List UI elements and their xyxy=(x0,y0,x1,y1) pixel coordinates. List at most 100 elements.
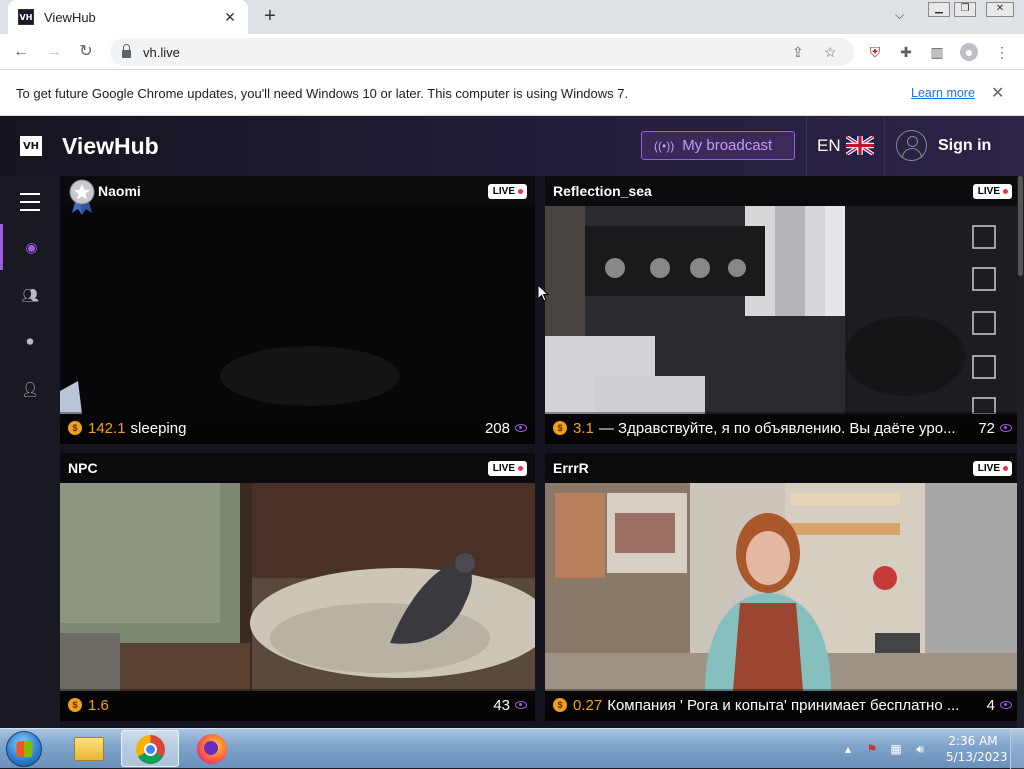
coin-value: 0.27 xyxy=(573,696,603,714)
extensions-puzzle-icon[interactable]: ✚ xyxy=(897,43,915,61)
tab-search-chevron-icon[interactable]: ⌵ xyxy=(895,8,904,23)
live-dot-icon xyxy=(518,466,523,471)
profile-avatar-icon[interactable]: ● xyxy=(960,43,978,61)
broadcast-label: My broadcast xyxy=(682,137,773,154)
stream-thumbnail[interactable] xyxy=(545,206,1020,414)
chrome-menu-icon[interactable]: ⋮ xyxy=(993,43,1011,61)
taskbar-explorer-button[interactable] xyxy=(60,730,118,767)
bookmark-star-icon[interactable]: ☆ xyxy=(824,44,837,61)
viewer-count: 43 xyxy=(493,696,510,714)
viewer-count: 72 xyxy=(978,419,995,437)
streamer-name[interactable]: Reflection_sea xyxy=(553,183,652,199)
header-divider xyxy=(806,116,807,176)
learn-more-link[interactable]: Learn more xyxy=(911,86,975,100)
eye-icon xyxy=(515,424,527,432)
page-scrollbar[interactable] xyxy=(1017,176,1024,728)
viewhub-favicon-icon: VH xyxy=(18,9,34,25)
left-sidebar: ◉ 👥︎ ⏺ 👤︎ xyxy=(0,176,60,728)
user-settings-icon[interactable]: 👤︎ xyxy=(0,366,60,412)
share-icon[interactable]: ⇪ xyxy=(792,44,804,61)
stream-status: — Здравствуйте, я по объявлению. Вы даёт… xyxy=(598,419,956,437)
firefox-icon xyxy=(197,734,227,764)
system-tray: ▴ ⚑ ▦ 🔊︎ xyxy=(840,729,936,769)
eye-icon xyxy=(515,701,527,709)
viewhub-logo-icon[interactable]: VH xyxy=(20,136,42,156)
forward-arrow-icon[interactable]: → xyxy=(43,41,65,63)
new-tab-button[interactable]: + xyxy=(258,5,282,29)
side-panel-icon[interactable]: ▥ xyxy=(928,43,946,61)
live-badge: LIVE xyxy=(487,184,527,199)
folder-icon xyxy=(74,737,104,761)
clock-time: 2:36 AM xyxy=(948,734,998,748)
stream-status: sleeping xyxy=(130,419,187,437)
site-logo-text[interactable]: ViewHub xyxy=(62,133,159,160)
user-account-icon[interactable] xyxy=(896,130,927,161)
url-text[interactable]: vh.live xyxy=(143,45,180,60)
sign-in-button[interactable]: Sign in xyxy=(938,137,991,155)
eye-icon xyxy=(1000,424,1012,432)
system-clock[interactable]: 2:36 AM 5/13/2023 xyxy=(946,733,1008,765)
windows-taskbar: ▴ ⚑ ▦ 🔊︎ 2:36 AM 5/13/2023 xyxy=(0,728,1024,769)
taskbar-chrome-button[interactable] xyxy=(121,730,179,767)
streamer-name[interactable]: ErrrR xyxy=(553,460,589,476)
stream-thumbnail[interactable] xyxy=(60,483,535,691)
start-button[interactable] xyxy=(6,731,42,767)
address-bar[interactable]: vh.live ⇪ ☆ xyxy=(110,38,854,66)
update-infobar: To get future Google Chrome updates, you… xyxy=(0,70,1024,116)
tray-expand-icon[interactable]: ▴ xyxy=(840,741,856,757)
stream-thumbnail[interactable] xyxy=(60,206,535,414)
stream-card[interactable]: Reflection_sea LIVE $ 3.1 — Здравствуйте… xyxy=(545,176,1020,444)
stream-card[interactable]: NPC LIVE $ 1.6 43 xyxy=(60,453,535,721)
live-badge: LIVE xyxy=(972,461,1012,476)
minimize-window-button[interactable]: ▁ xyxy=(928,2,950,17)
coin-icon: $ xyxy=(68,421,82,435)
stream-card[interactable]: ErrrR LIVE $ 0.27 Компания ' Рога и копы… xyxy=(545,453,1020,721)
coin-icon: $ xyxy=(553,421,567,435)
webcam-icon[interactable]: ◉ xyxy=(0,224,60,270)
coin-value: 3.1 xyxy=(573,419,594,437)
taskbar-firefox-button[interactable] xyxy=(183,730,241,767)
broadcast-signal-icon: ((•)) xyxy=(654,138,675,153)
volume-icon[interactable]: 🔊︎ xyxy=(912,741,928,757)
uk-flag-icon[interactable] xyxy=(846,136,874,155)
people-icon[interactable]: 👥︎ xyxy=(0,272,60,318)
live-dot-icon xyxy=(518,189,523,194)
back-arrow-icon[interactable]: ← xyxy=(10,41,32,63)
viewer-count: 208 xyxy=(484,419,510,437)
hamburger-menu-icon[interactable] xyxy=(20,193,40,211)
streamer-name[interactable]: NPC xyxy=(68,460,98,476)
close-infobar-icon[interactable]: ✕ xyxy=(991,83,1004,103)
close-tab-icon[interactable]: ✕ xyxy=(222,9,238,26)
stream-thumbnail[interactable] xyxy=(545,483,1020,691)
stream-card[interactable]: Naomi LIVE $ 142.1 sleeping 208 xyxy=(60,176,535,444)
live-badge: LIVE xyxy=(972,184,1012,199)
browser-tab[interactable]: VH ViewHub ✕ xyxy=(8,0,248,34)
close-window-button[interactable]: ✕ xyxy=(986,2,1014,17)
reload-icon[interactable]: ↻ xyxy=(75,41,97,63)
viewer-count: 4 xyxy=(986,696,995,714)
header-divider xyxy=(884,116,885,176)
mouse-cursor-icon xyxy=(537,284,549,302)
live-dot-icon xyxy=(1003,189,1008,194)
language-selector[interactable]: EN xyxy=(817,136,841,156)
streamer-name[interactable]: Naomi xyxy=(98,183,141,199)
browser-toolbar: ← → ↻ vh.live ⇪ ☆ ⛨ ✚ ▥ ● ⋮ xyxy=(0,34,1024,70)
card-footer: $ 0.27 Компания ' Рога и копыта' принима… xyxy=(545,689,1020,721)
extension-shield-icon[interactable]: ⛨ xyxy=(866,43,884,61)
show-desktop-button[interactable] xyxy=(1010,729,1024,769)
my-broadcast-button[interactable]: ((•)) My broadcast xyxy=(641,131,795,160)
webcam-badge-icon[interactable]: ⏺ xyxy=(0,318,60,364)
coin-icon: $ xyxy=(68,698,82,712)
star-badge-icon xyxy=(69,179,95,215)
card-footer: $ 1.6 43 xyxy=(60,689,535,721)
action-center-flag-icon[interactable]: ⚑ xyxy=(864,741,880,757)
scrollbar-thumb[interactable] xyxy=(1018,176,1023,276)
eye-icon xyxy=(1000,701,1012,709)
infobar-message: To get future Google Chrome updates, you… xyxy=(16,86,629,101)
lock-icon[interactable] xyxy=(122,44,131,58)
coin-value: 142.1 xyxy=(88,419,126,437)
coin-icon: $ xyxy=(553,698,567,712)
restore-window-button[interactable]: ❐ xyxy=(954,2,976,17)
live-dot-icon xyxy=(1003,466,1008,471)
network-icon[interactable]: ▦ xyxy=(888,741,904,757)
